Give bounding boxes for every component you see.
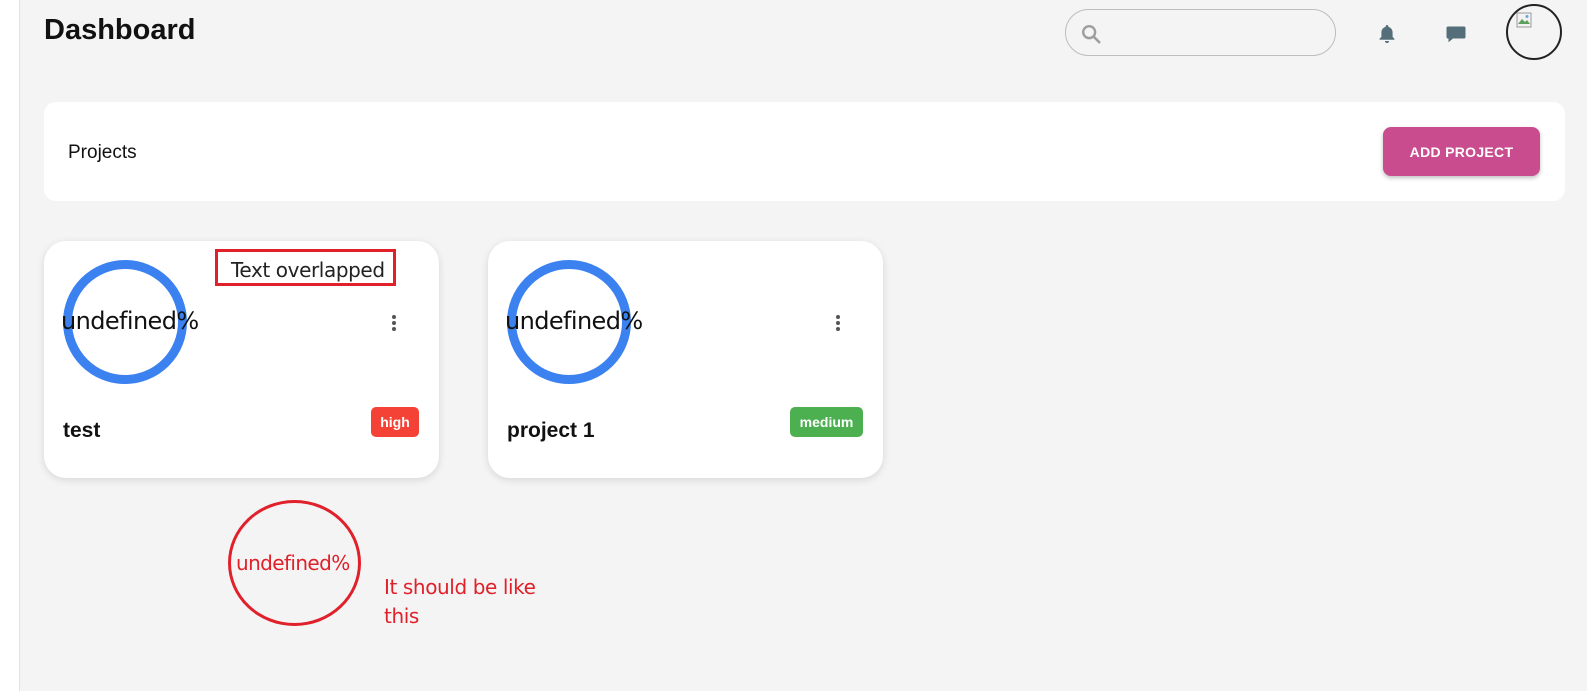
annotation-box: Text overlapped <box>215 249 396 286</box>
add-project-button[interactable]: ADD PROJECT <box>1383 127 1540 176</box>
bell-icon[interactable] <box>1375 22 1399 46</box>
search-icon <box>1082 25 1101 44</box>
projects-bar: Projects ADD PROJECT <box>44 102 1565 201</box>
projects-label: Projects <box>68 142 137 163</box>
progress-text: undefined% <box>61 307 199 335</box>
annotation-expected-ring-text: undefined% <box>236 551 350 575</box>
project-title: test <box>63 419 101 442</box>
annotation-overlap-label: Text overlapped <box>231 258 385 282</box>
more-options-icon[interactable] <box>391 315 397 331</box>
progress-text: undefined% <box>505 307 643 335</box>
priority-badge: medium <box>790 407 863 437</box>
annotation-note: It should be like this <box>384 575 536 628</box>
priority-badge: high <box>371 407 419 437</box>
avatar[interactable] <box>1506 4 1562 60</box>
project-title: project 1 <box>507 419 595 442</box>
project-card[interactable]: undefined% project 1 medium <box>488 241 883 478</box>
more-options-icon[interactable] <box>835 315 841 331</box>
search-box[interactable] <box>1065 9 1336 56</box>
search-input[interactable] <box>1110 18 1324 48</box>
chat-icon[interactable] <box>1444 22 1468 46</box>
broken-image-icon <box>1516 12 1532 28</box>
sidebar-edge <box>0 0 20 691</box>
page-title: Dashboard <box>44 14 196 46</box>
